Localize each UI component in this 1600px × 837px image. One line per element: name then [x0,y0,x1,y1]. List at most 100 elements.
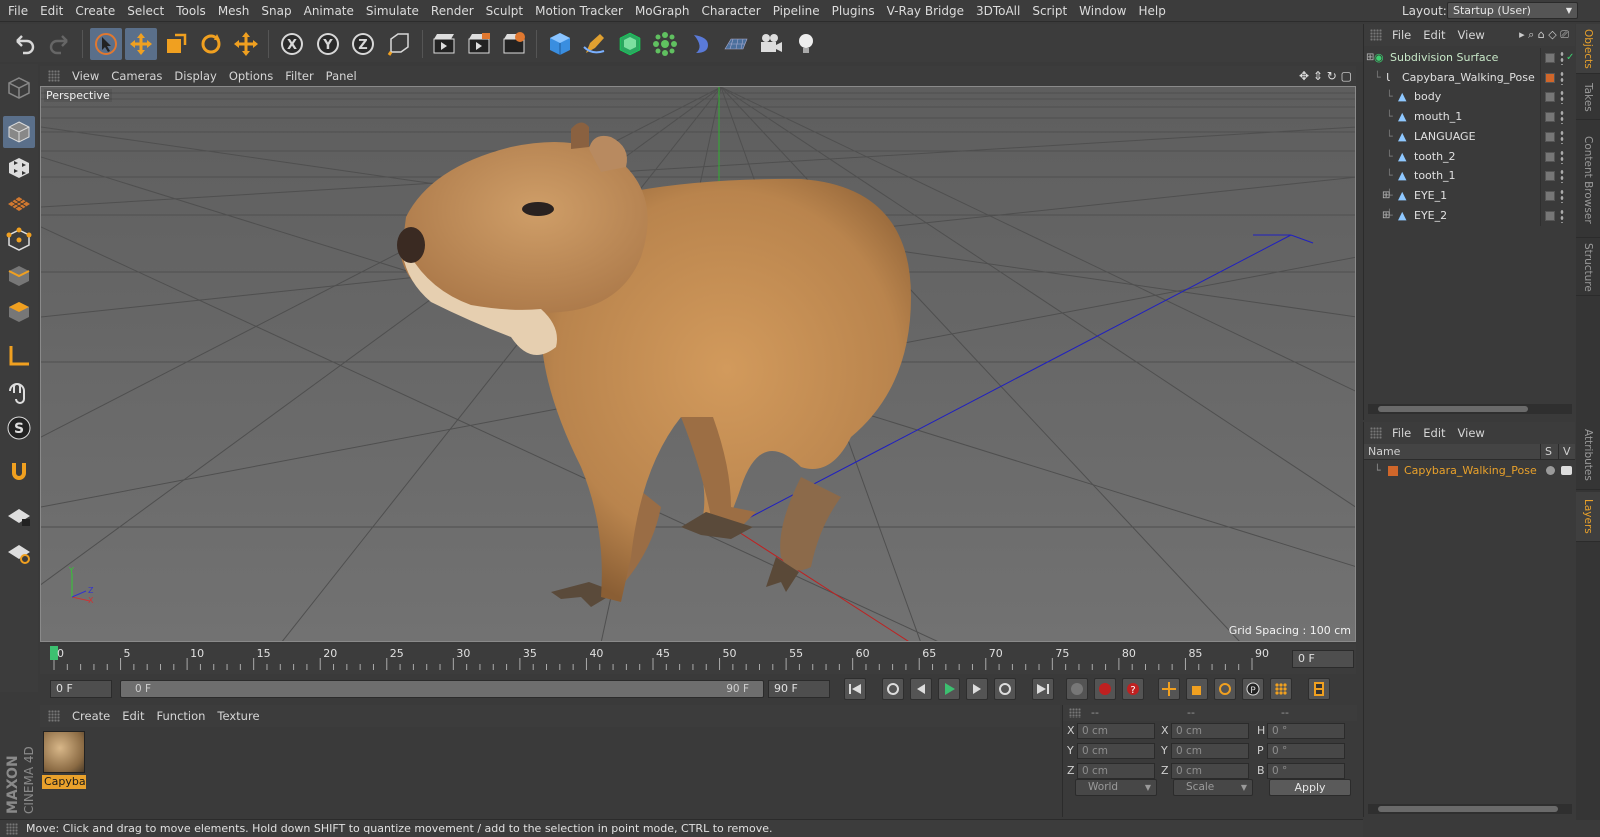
expand-toggle-icon[interactable]: ⊞ [1382,206,1390,226]
start-frame-field[interactable]: 0 F [50,680,112,698]
menu-select[interactable]: Select [121,0,170,22]
coordinate-space-dropdown[interactable]: World ▼ [1075,779,1157,796]
visibility-dots-icon[interactable] [1560,188,1564,203]
snapping-button[interactable]: S [3,412,35,444]
key-parameter-button[interactable]: P [1242,678,1264,700]
material-menu-function[interactable]: Function [151,705,212,727]
tag-icon[interactable] [1545,53,1555,63]
material-menu-texture[interactable]: Texture [211,705,265,727]
transform-tool[interactable] [230,28,262,60]
visibility-dots-icon[interactable] [1560,70,1564,85]
menu-motion-tracker[interactable]: Motion Tracker [529,0,629,22]
coord-position-field[interactable]: 0 cm [1077,723,1155,739]
menu-tools[interactable]: Tools [170,0,212,22]
go-to-start-button[interactable] [844,678,866,700]
coord-size-field[interactable]: 0 cm [1171,743,1249,759]
layer-name[interactable]: Capybara_Walking_Pose [1404,462,1537,480]
3d-viewport[interactable]: Perspective Grid Spacing : 100 cm Y ZX [40,86,1356,642]
tab-layers[interactable]: Layers [1576,492,1600,542]
menu-file[interactable]: File [2,0,34,22]
key-rotation-button[interactable] [1214,678,1236,700]
timeline-window-button[interactable] [1308,678,1330,700]
key-pla-button[interactable] [1270,678,1292,700]
camera-object-button[interactable] [755,28,787,60]
menu-pipeline[interactable]: Pipeline [767,0,826,22]
solo-icon[interactable] [1546,466,1555,475]
menu-script[interactable]: Script [1026,0,1073,22]
y-axis-lock-button[interactable]: Y [312,28,344,60]
coord-rotation-field[interactable]: 0 ° [1267,743,1345,759]
visibility-dots-icon[interactable] [1560,129,1564,144]
menu-window[interactable]: Window [1073,0,1132,22]
coord-rotation-field[interactable]: 0 ° [1267,723,1345,739]
tag-icon[interactable] [1545,151,1555,162]
menu-snap[interactable]: Snap [255,0,297,22]
visibility-dots-icon[interactable] [1560,90,1564,105]
cloner-button[interactable] [649,28,681,60]
render-view-button[interactable] [428,28,460,60]
visibility-dots-icon[interactable] [1560,169,1564,184]
apply-button[interactable]: Apply [1269,779,1351,796]
material-menu-create[interactable]: Create [66,705,116,727]
points-mode-button[interactable] [3,224,35,256]
coord-rotation-field[interactable]: 0 ° [1267,763,1345,779]
menu-render[interactable]: Render [425,0,480,22]
z-axis-lock-button[interactable]: Z [347,28,379,60]
next-frame-button[interactable] [966,678,988,700]
render-picture-viewer-button[interactable] [463,28,495,60]
model-mode-button[interactable] [3,116,35,148]
rotate-tool[interactable] [195,28,227,60]
visibility-dots-icon[interactable] [1560,110,1564,125]
visibility-dots-icon[interactable] [1560,149,1564,164]
object-manager-menu-view[interactable]: View [1452,24,1491,46]
key-scale-button[interactable] [1186,678,1208,700]
layer-color-swatch[interactable] [1388,466,1398,476]
viewport-menu-panel[interactable]: Panel [320,66,363,86]
menu-simulate[interactable]: Simulate [360,0,425,22]
object-manager-tools-icons[interactable]: ▸ ⌕ ⌂ ◇ ⎚ [1519,24,1569,46]
object-name[interactable]: mouth_1 [1414,107,1462,127]
object-manager-menu-edit[interactable]: Edit [1417,24,1451,46]
material-name[interactable]: Capybar [42,775,86,789]
object-manager-scrollbar[interactable] [1368,404,1572,414]
viewport-menu-display[interactable]: Display [168,66,222,86]
expand-toggle-icon[interactable]: ⊞ [1382,186,1390,206]
tab-takes[interactable]: Takes [1576,76,1600,120]
lock-workplane-button[interactable] [3,500,35,532]
object-name[interactable]: body [1414,87,1441,107]
object-row[interactable]: └ ▲ mouth_1 [1364,107,1576,128]
frame-range-slider[interactable]: 0 F 90 F [120,680,764,698]
current-frame-field[interactable]: 0 F [1292,650,1354,668]
layer-manager-menu-file[interactable]: File [1386,422,1417,444]
layer-manager-menu-view[interactable]: View [1452,422,1491,444]
end-frame-field[interactable]: 90 F [768,680,830,698]
menu-character[interactable]: Character [695,0,766,22]
light-object-button[interactable] [790,28,822,60]
coord-position-field[interactable]: 0 cm [1077,763,1155,779]
layer-row[interactable]: └ Capybara_Walking_Pose [1364,462,1576,480]
object-name[interactable]: EYE_1 [1414,186,1447,206]
material-thumbnail[interactable] [43,731,85,773]
menu-3dtoall[interactable]: 3DToAll [970,0,1026,22]
planar-workplane-button[interactable] [3,536,35,568]
object-row[interactable]: ⊞ ◉ Subdivision Surface ✓ [1364,48,1576,68]
enable-axis-button[interactable] [3,340,35,372]
menu-mesh[interactable]: Mesh [212,0,256,22]
viewport-label[interactable]: Perspective [44,89,112,102]
menu-edit[interactable]: Edit [34,0,69,22]
key-position-button[interactable] [1158,678,1180,700]
edges-mode-button[interactable] [3,260,35,292]
x-axis-lock-button[interactable]: X [276,28,308,60]
eye-visibility-icon[interactable] [1561,466,1572,475]
play-button[interactable] [938,678,960,700]
menu-help[interactable]: Help [1132,0,1171,22]
move-tool[interactable] [125,28,157,60]
menu-sculpt[interactable]: Sculpt [480,0,529,22]
previous-key-button[interactable] [882,678,904,700]
cube-object-button[interactable] [544,28,576,60]
autokey-button[interactable]: ? [1122,678,1144,700]
layer-manager-menu-edit[interactable]: Edit [1417,422,1451,444]
object-row[interactable]: └ ▲ tooth_2 [1364,146,1576,167]
tag-icon[interactable] [1545,112,1555,123]
tag-icon[interactable] [1545,171,1555,182]
